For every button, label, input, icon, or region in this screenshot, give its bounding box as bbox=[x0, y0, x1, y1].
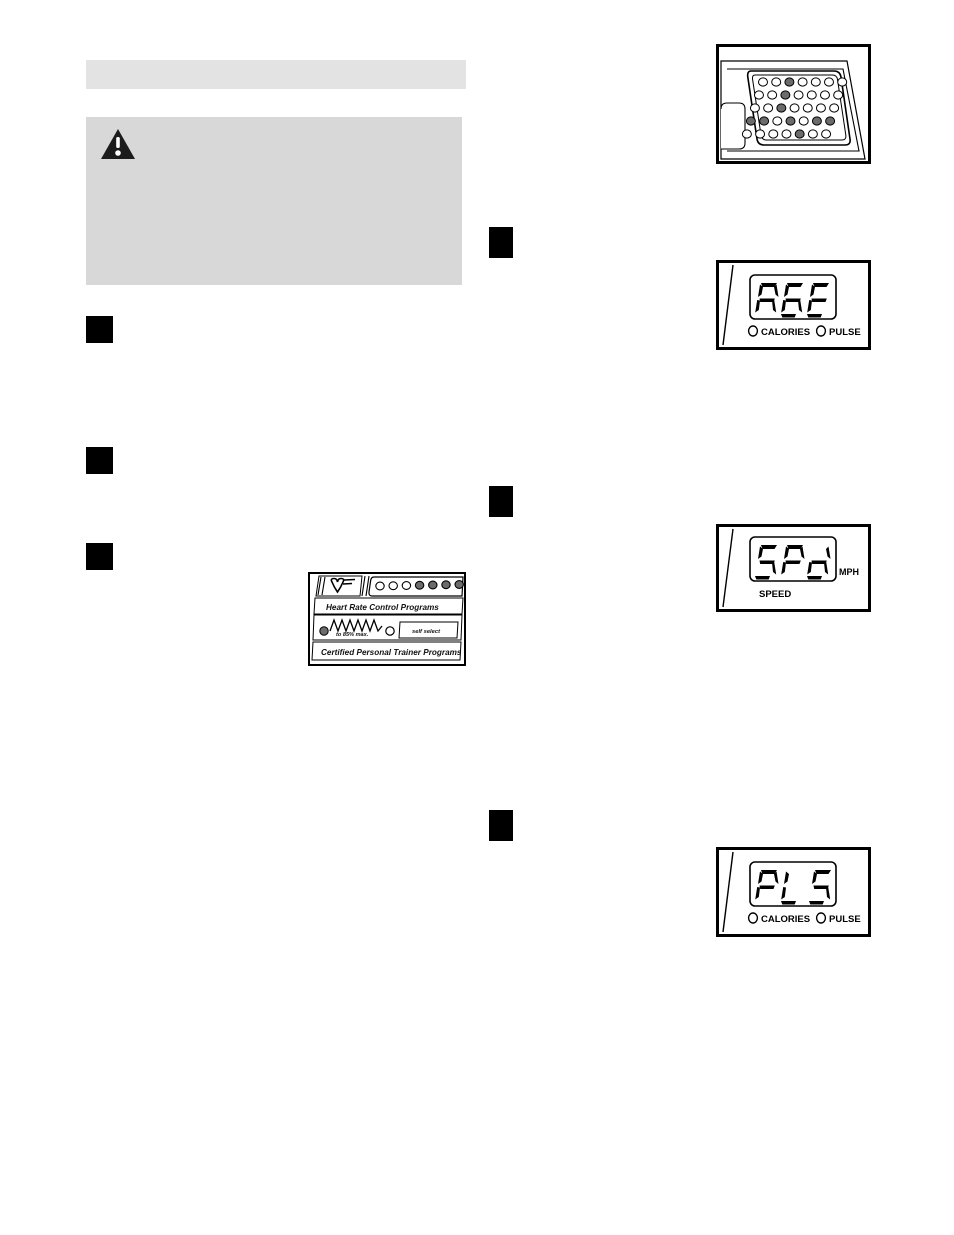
console-heart-rate-programs-label: Heart Rate Control Programs bbox=[326, 603, 439, 612]
dot-matrix-cell-off bbox=[768, 129, 779, 139]
dot-matrix-cell-off bbox=[793, 90, 804, 100]
console-max-percent-label: to 85% max. bbox=[336, 632, 369, 638]
dot-matrix-cell-off bbox=[772, 116, 783, 126]
section-heading-text bbox=[86, 60, 466, 66]
step-marker-right-1 bbox=[489, 227, 513, 258]
dot-matrix-cell-off bbox=[802, 103, 813, 113]
pulse-led-svg: CALORIES PULSE bbox=[722, 851, 861, 933]
dot-matrix-cell-off bbox=[833, 90, 844, 100]
age-led-svg: CALORIES PULSE bbox=[722, 264, 861, 346]
step-marker-right-3 bbox=[489, 810, 513, 841]
dot-matrix-cell-off bbox=[815, 103, 826, 113]
pulse-led-display-figure: CALORIES PULSE bbox=[716, 847, 871, 937]
speed-caption-label: SPEED bbox=[759, 589, 791, 600]
dot-matrix-cell-on bbox=[745, 116, 756, 126]
dot-matrix-cell-off bbox=[819, 90, 830, 100]
dot-matrix-cell-off bbox=[806, 90, 817, 100]
dot-matrix-cell-off bbox=[824, 77, 834, 87]
age-indicator-pulse-label: PULSE bbox=[829, 327, 861, 338]
dot-matrix-cell-off bbox=[771, 77, 782, 87]
dot-matrix-cell-off bbox=[758, 77, 768, 87]
dot-matrix-cell-off bbox=[763, 103, 774, 113]
dot-matrix-cell-on bbox=[825, 116, 836, 126]
dot-matrix-cell-on bbox=[811, 116, 822, 126]
dot-matrix-cell-on bbox=[776, 103, 787, 113]
step-marker-left-2 bbox=[86, 447, 113, 474]
console-button[interactable] bbox=[388, 581, 398, 591]
console-button[interactable] bbox=[401, 581, 412, 590]
section-heading-band bbox=[86, 60, 466, 89]
document-page: CALORIES PULSE MPH SPEED CALORIES PULSE … bbox=[0, 0, 954, 1235]
age-indicator-calories-label: CALORIES bbox=[761, 327, 810, 338]
console-button-active[interactable] bbox=[454, 580, 464, 589]
dot-matrix-display-figure bbox=[716, 44, 871, 164]
dot-matrix-cell-off bbox=[781, 129, 792, 139]
dot-matrix-cell-off bbox=[741, 129, 752, 139]
step-marker-left-1 bbox=[86, 316, 113, 343]
speed-led-svg: MPH SPEED bbox=[722, 528, 859, 608]
warning-triangle-icon bbox=[100, 128, 136, 160]
dot-matrix-cell-off bbox=[810, 77, 821, 87]
speed-unit-label: MPH bbox=[839, 567, 859, 577]
dot-matrix-cell-on bbox=[780, 90, 791, 100]
speed-led-display-figure: MPH SPEED bbox=[716, 524, 871, 612]
dot-matrix-svg bbox=[720, 60, 866, 160]
dot-matrix-cell-off bbox=[798, 116, 809, 126]
console-button-active[interactable] bbox=[441, 580, 451, 590]
dot-matrix-cell-off bbox=[753, 90, 764, 100]
step-marker-right-2 bbox=[489, 486, 513, 517]
dot-matrix-cell-on bbox=[794, 129, 805, 139]
dot-matrix-cell-off bbox=[755, 129, 766, 139]
dot-matrix-cell-on bbox=[785, 116, 796, 126]
dot-matrix-cell-off bbox=[789, 103, 800, 113]
dot-matrix-cell-on bbox=[784, 77, 795, 87]
step-marker-left-3 bbox=[86, 543, 113, 570]
console-program-panel-figure: Heart Rate Control Programs to 85% max. … bbox=[308, 572, 466, 666]
dot-matrix-cell-off bbox=[821, 129, 832, 139]
console-button[interactable] bbox=[375, 581, 385, 591]
dot-matrix-cell-on bbox=[759, 116, 770, 126]
console-button-active[interactable] bbox=[428, 580, 438, 590]
console-panel-svg: Heart Rate Control Programs to 85% max. … bbox=[311, 575, 464, 661]
dot-matrix-cell-off bbox=[767, 90, 778, 100]
age-led-display-figure: CALORIES PULSE bbox=[716, 260, 871, 350]
dot-matrix-cell-off bbox=[749, 103, 760, 113]
dot-matrix-cell-off bbox=[807, 129, 818, 139]
pulse-indicator-pulse-label: PULSE bbox=[829, 914, 861, 925]
dot-matrix-cell-off bbox=[797, 77, 808, 87]
dot-matrix-cell-off bbox=[829, 103, 840, 113]
pulse-indicator-calories-label: CALORIES bbox=[761, 914, 810, 925]
console-button-active[interactable] bbox=[414, 580, 425, 590]
dot-matrix-cell-off bbox=[837, 77, 848, 87]
warning-box bbox=[86, 117, 462, 285]
console-self-select-label: self select bbox=[412, 629, 441, 635]
console-certified-programs-label: Certified Personal Trainer Programs bbox=[321, 648, 462, 657]
